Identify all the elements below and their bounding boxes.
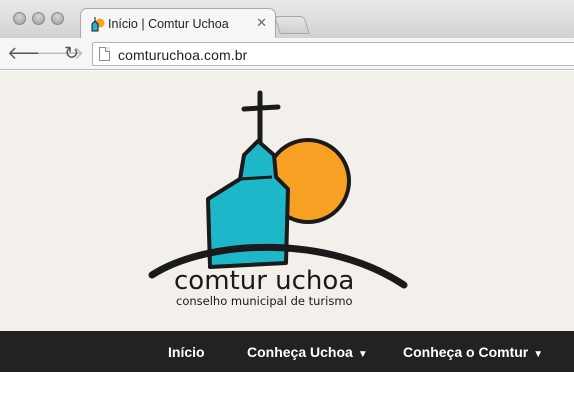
nav-item-conheca-o-comtur[interactable]: Conheça o Comtur ▼ [403, 344, 543, 360]
zoom-window-button[interactable] [51, 12, 64, 25]
new-tab-button[interactable] [274, 16, 310, 34]
dropdown-caret-icon: ▼ [357, 349, 368, 360]
page-icon [99, 47, 110, 61]
minimize-window-button[interactable] [32, 12, 45, 25]
browser-titlebar: Início | Comtur Uchoa ✕ [0, 0, 574, 38]
nav-item-label: Início [168, 344, 205, 360]
address-bar-url[interactable]: comturuchoa.com.br [118, 47, 247, 63]
comtur-uchoa-logo[interactable]: comtur uchoa conselho municipal de turis… [148, 89, 410, 329]
browser-toolbar: 🡐 🡒 ↻ comturuchoa.com.br [0, 38, 574, 70]
main-navigation: Início Conheça Uchoa ▼ Conheça o Comtur ▼ [0, 331, 574, 372]
site-header: comtur uchoa conselho municipal de turis… [0, 71, 574, 331]
dropdown-caret-icon: ▼ [533, 349, 544, 360]
page-content [0, 372, 574, 417]
tab-close-icon[interactable]: ✕ [256, 15, 267, 31]
close-window-button[interactable] [13, 12, 26, 25]
reload-icon[interactable]: ↻ [64, 43, 79, 63]
nav-item-label: Conheça Uchoa [247, 344, 353, 360]
logo-subtitle: conselho municipal de turismo [176, 294, 353, 308]
logo-title: comtur uchoa [174, 266, 354, 296]
browser-tab-active[interactable]: Início | Comtur Uchoa ✕ [80, 8, 276, 38]
nav-item-conheca-uchoa[interactable]: Conheça Uchoa ▼ [247, 344, 368, 360]
address-bar[interactable]: comturuchoa.com.br [92, 42, 574, 66]
nav-item-inicio[interactable]: Início [168, 344, 205, 360]
site-favicon-icon [91, 17, 105, 32]
tab-title: Início | Comtur Uchoa [108, 17, 229, 31]
nav-item-label: Conheça o Comtur [403, 344, 529, 360]
